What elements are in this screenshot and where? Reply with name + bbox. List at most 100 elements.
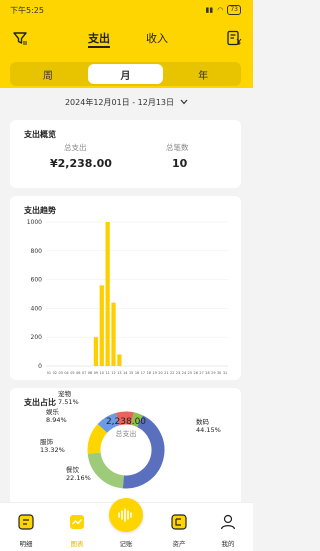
total-count-label: 总笔数 (166, 143, 189, 152)
legend-clothing-name: 服饰 (40, 438, 53, 446)
x-tick-label: 03 (59, 371, 63, 375)
x-tick-label: 28 (205, 371, 209, 375)
user-icon (220, 514, 236, 530)
battery-icon: 73 (227, 5, 241, 15)
record-label: 记账 (119, 540, 133, 548)
nav-chart[interactable]: 图表 (57, 513, 97, 548)
x-tick-label: 05 (70, 371, 74, 375)
x-tick-label: 18 (147, 371, 151, 375)
x-tick-label: 20 (158, 371, 162, 375)
x-tick-label: 25 (188, 371, 192, 375)
x-tick-label: 27 (199, 371, 203, 375)
tab-income[interactable]: 收入 (146, 30, 168, 48)
filter-icon[interactable] (12, 30, 28, 46)
x-tick-label: 22 (170, 371, 174, 375)
x-tick-label: 06 (76, 371, 80, 375)
nav-detail-label: 明细 (19, 540, 33, 548)
y-tick-label: 1000 (27, 219, 42, 226)
status-bar: 下午5:25 ▮▮ ◠ 73 (0, 0, 253, 20)
legend-dining: 餐饮 22.16% (66, 466, 91, 482)
x-tick-label: 02 (53, 371, 57, 375)
nav-assets[interactable]: 资产 (159, 513, 199, 548)
trend-chart: 0200400600800100001 02 03 04 05 06 07 08 09 10 11 1… (27, 219, 228, 375)
legend-pet-name: 宠物 (58, 390, 71, 398)
trend-bar (99, 285, 104, 366)
legend-entertainment-name: 娱乐 (46, 408, 59, 416)
donut-center: 2,238.00 总支出 (96, 417, 156, 439)
x-tick-label: 14 (123, 371, 127, 375)
trend-bar (111, 302, 116, 366)
x-tick-label: 21 (164, 371, 168, 375)
signal-icon: ▮▮ (205, 6, 214, 14)
x-tick-label: 13 (117, 371, 121, 375)
x-tick-label: 10 (100, 371, 104, 375)
trend-bar (117, 354, 122, 366)
nav-assets-label: 资产 (172, 540, 186, 548)
y-tick-label: 400 (31, 305, 43, 312)
tab-expense[interactable]: 支出 (88, 30, 110, 48)
nav-mine[interactable]: 我的 (208, 513, 248, 548)
donut-center-value: 2,238.00 (105, 417, 147, 427)
voice-icon (118, 508, 132, 522)
x-tick-label: 12 (111, 371, 115, 375)
period-month[interactable]: 月 (87, 64, 164, 84)
wallet-icon (171, 514, 187, 530)
overview-title: 支出概览 (24, 130, 56, 139)
date-range-text: 2024年12月01日 - 12月13日 (64, 97, 175, 107)
x-tick-label: 01 (47, 371, 51, 375)
x-tick-label: 19 (152, 371, 156, 375)
status-time: 下午5:25 (10, 6, 44, 15)
bill-icon[interactable] (226, 30, 242, 46)
x-tick-label: 04 (64, 371, 68, 375)
donut-center-label: 总支出 (115, 430, 137, 438)
trend-card: 支出趋势 0 200 400 600 800 1000 01 02 03 04 05 06 07 08 09… (10, 196, 241, 380)
nav-detail[interactable]: 明细 (6, 513, 46, 548)
legend-clothing: 服饰 13.32% (40, 438, 65, 454)
x-tick-label: 07 (82, 371, 86, 375)
x-tick-label: 16 (135, 371, 139, 375)
list-icon (18, 514, 34, 530)
y-tick-label: 800 (31, 248, 43, 255)
wifi-icon: ◠ (217, 6, 224, 14)
record-button[interactable] (109, 498, 143, 532)
legend-entertainment: 娱乐 8.94% (46, 408, 67, 424)
x-tick-label: 29 (211, 371, 215, 375)
legend-dining-pct: 22.16% (66, 474, 91, 482)
x-tick-label: 30 (217, 371, 221, 375)
legend-digital-pct: 44.15% (196, 426, 221, 434)
chevron-down-icon (180, 99, 188, 105)
legend-pet: 宠物 7.51% (58, 390, 79, 406)
y-tick-label: 600 (31, 277, 43, 284)
app-header: 支出 收入 (0, 20, 253, 56)
chart-icon (70, 515, 84, 529)
x-tick-label: 23 (176, 371, 180, 375)
x-tick-label: 08 (88, 371, 92, 375)
period-week[interactable]: 周 (10, 62, 86, 86)
x-tick-label: 24 (182, 371, 186, 375)
trend-bar (105, 222, 110, 366)
trend-bar (93, 337, 99, 366)
x-tick-label: 31 (223, 371, 227, 375)
y-tick-label: 200 (31, 334, 43, 341)
type-tabs: 支出 收入 (88, 30, 168, 48)
x-tick-label: 17 (141, 371, 145, 375)
system-icons: ▮▮ ◠ 73 (206, 5, 241, 15)
date-range-selector[interactable]: 2024年12月01日 - 12月13日 (0, 92, 253, 112)
period-bar: 周 月 年 (0, 56, 253, 88)
nav-mine-label: 我的 (221, 540, 235, 548)
legend-pet-pct: 7.51% (58, 398, 79, 406)
total-count-value: 10 (172, 157, 188, 170)
y-tick-label: 0 (38, 363, 42, 370)
x-tick-label: 11 (105, 371, 109, 375)
legend-digital-name: 数码 (196, 418, 209, 426)
x-tick-label: 15 (129, 371, 133, 375)
total-expense-value: ¥2,238.00 (50, 157, 112, 170)
total-expense-label: 总支出 (64, 143, 87, 152)
x-tick-label: 09 (94, 371, 98, 375)
legend-digital: 数码 44.15% (196, 418, 221, 434)
period-year[interactable]: 年 (165, 62, 241, 86)
legend-dining-name: 餐饮 (66, 466, 79, 474)
x-tick-label: 26 (194, 371, 198, 375)
legend-clothing-pct: 13.32% (40, 446, 65, 454)
overview-card: 支出概览 总支出 ¥2,238.00 总笔数 10 (10, 120, 241, 188)
